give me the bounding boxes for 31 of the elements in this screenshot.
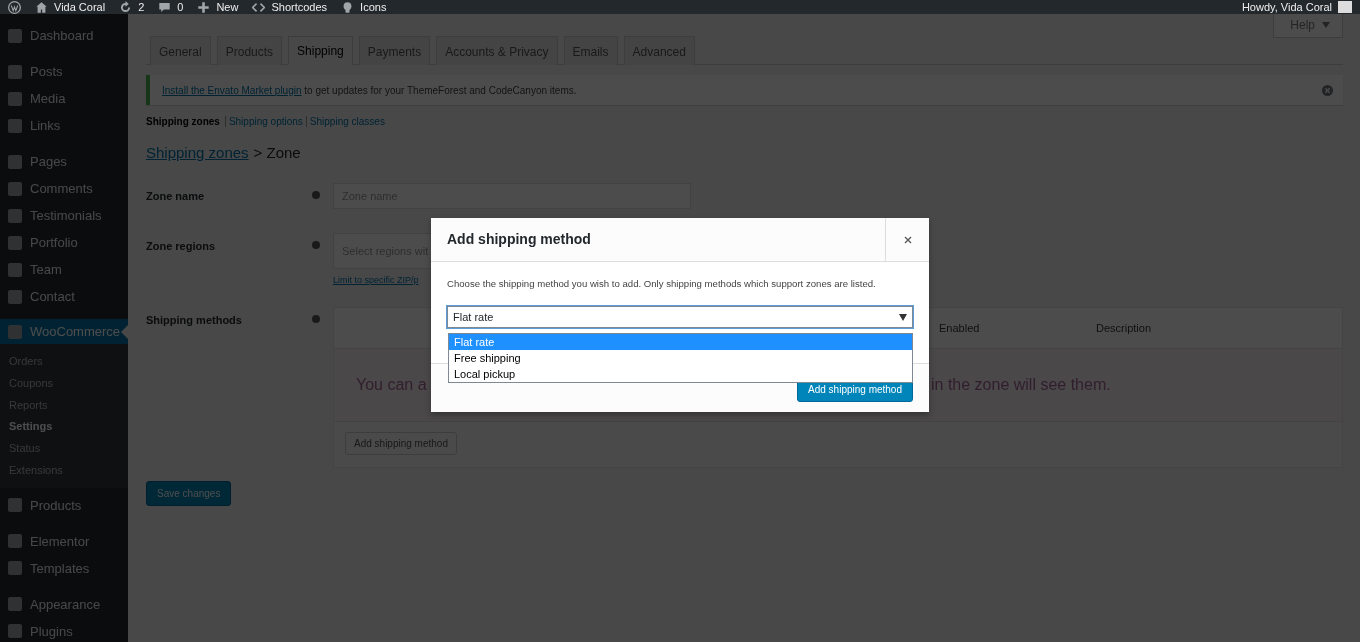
account-menu[interactable]: Howdy, Vida Coral bbox=[1241, 0, 1352, 14]
speech-bubble-icon bbox=[158, 0, 172, 14]
dropdown-option[interactable]: Flat rate bbox=[449, 334, 912, 350]
field-label: Zone regions bbox=[146, 239, 217, 252]
code-brackets-icon bbox=[252, 0, 266, 14]
field-label: Shipping methods bbox=[146, 313, 243, 326]
admin-bar-item[interactable]: Shortcodes bbox=[252, 0, 328, 14]
field-label: Zone name bbox=[146, 189, 206, 202]
admin-bar-item[interactable] bbox=[8, 0, 21, 14]
admin-bar-item[interactable]: Vida Coral bbox=[35, 0, 106, 14]
install-link[interactable]: Install the Envato Market plugin bbox=[162, 84, 302, 96]
modal-title: Add shipping method bbox=[446, 230, 592, 249]
admin-bar-item[interactable]: 0 bbox=[158, 0, 184, 14]
breadcrumb-link[interactable]: Shipping zones bbox=[146, 144, 249, 161]
caret-icon bbox=[899, 313, 907, 321]
admin-bar-item[interactable]: Icons bbox=[341, 0, 387, 14]
admin-bar-item[interactable]: New bbox=[197, 0, 239, 14]
modal-description: Choose the shipping method you wish to add. Only shipping methods which support zones are listed. bbox=[447, 278, 877, 289]
limit-postcodes-link[interactable]: Limit to specific ZIP/p bbox=[333, 275, 419, 285]
column-header: Enabled bbox=[939, 322, 981, 334]
plus-icon bbox=[197, 0, 211, 14]
admin-bar-item[interactable]: 2 bbox=[119, 0, 145, 14]
dropdown-option[interactable]: Free shipping bbox=[449, 350, 912, 366]
column-header: Description bbox=[1096, 322, 1153, 334]
page-heading: > Zone bbox=[253, 144, 301, 161]
shipping-method-select[interactable]: Flat rate bbox=[447, 306, 913, 328]
circle-logo-icon bbox=[8, 0, 21, 14]
home-icon bbox=[35, 0, 48, 14]
avatar-placeholder bbox=[1338, 1, 1352, 13]
refresh-icon bbox=[119, 0, 133, 14]
close-icon bbox=[902, 234, 913, 245]
